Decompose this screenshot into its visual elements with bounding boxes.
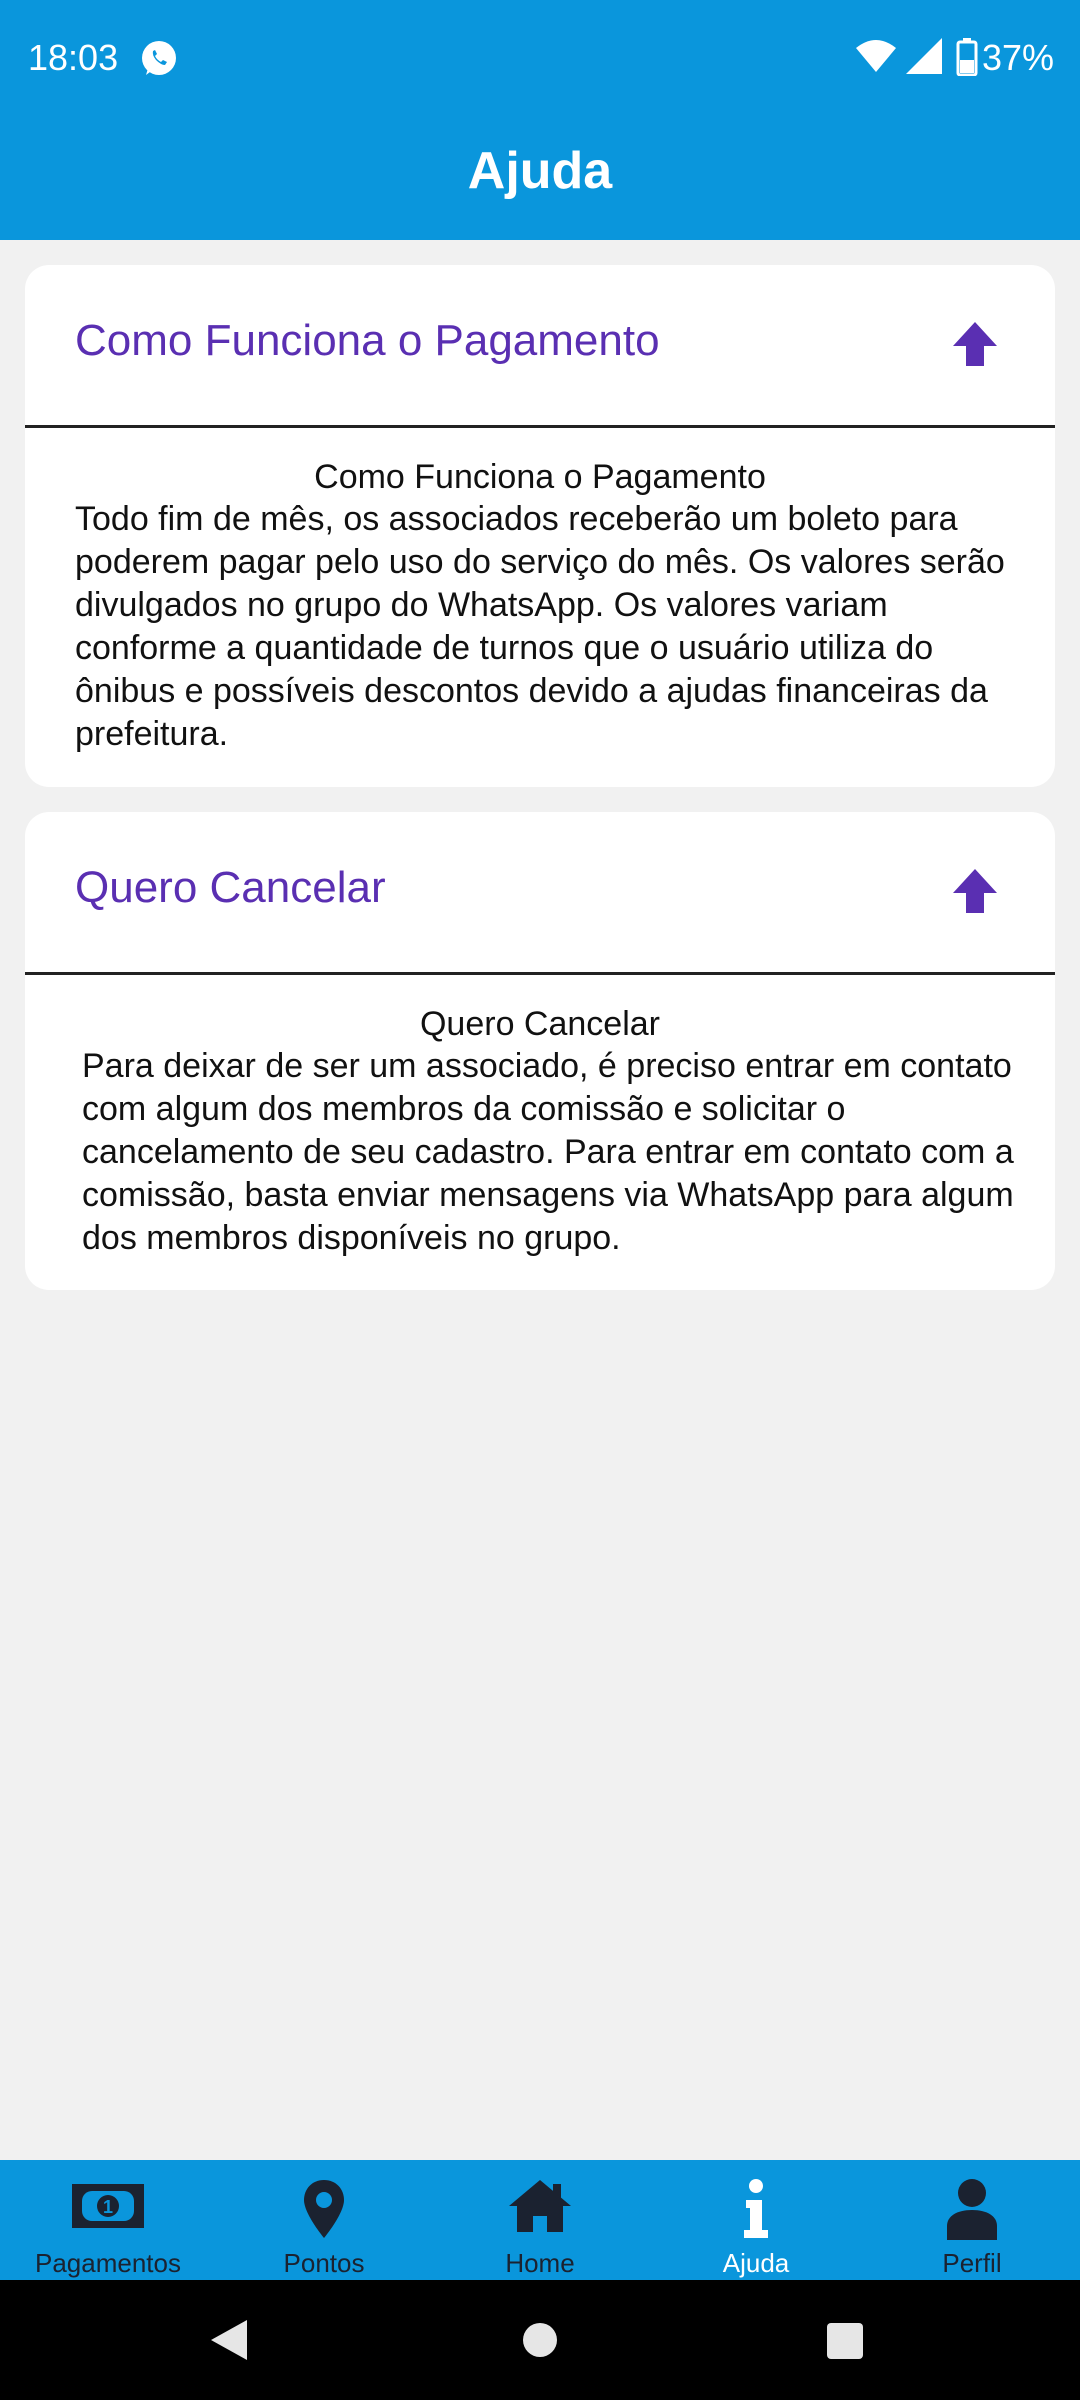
- nav-item-ajuda[interactable]: Ajuda: [648, 2160, 864, 2280]
- app-bar: Ajuda: [0, 115, 1080, 240]
- system-nav-bar: [0, 2280, 1080, 2400]
- faq-header-payment[interactable]: Como Funciona o Pagamento: [25, 265, 1055, 428]
- faq-title: Quero Cancelar: [75, 863, 386, 912]
- faq-header-cancel[interactable]: Quero Cancelar: [25, 812, 1055, 975]
- bottom-nav: 1 Pagamentos Pontos Home Ajuda Perfil: [0, 2160, 1080, 2280]
- wifi-icon: [856, 40, 896, 72]
- user-icon: [947, 2179, 997, 2240]
- nav-label: Pontos: [283, 2248, 365, 2278]
- faq-body-title: Como Funciona o Pagamento: [314, 458, 766, 496]
- faq-body-title: Quero Cancelar: [419, 1005, 660, 1043]
- home-circle-icon[interactable]: [522, 2322, 558, 2358]
- back-icon[interactable]: [209, 2318, 249, 2362]
- info-icon: [744, 2179, 768, 2238]
- nav-label: Ajuda: [722, 2248, 790, 2278]
- recents-icon[interactable]: [826, 2322, 864, 2360]
- money-icon: 1: [72, 2184, 144, 2228]
- status-time: 18:03: [28, 37, 119, 78]
- faq-body-text: Para deixar de ser um associado, é preci…: [82, 1047, 1014, 1257]
- nav-label: Perfil: [942, 2248, 1002, 2278]
- nav-label: Pagamentos: [35, 2248, 181, 2278]
- nav-item-pagamentos[interactable]: 1 Pagamentos: [0, 2160, 216, 2280]
- faq-card-payment: Como Funciona o Pagamento Como Funciona …: [25, 265, 1055, 787]
- whatsapp-icon: [142, 41, 176, 75]
- signal-icon: [906, 38, 942, 74]
- nav-label: Home: [505, 2248, 575, 2278]
- arrow-up-icon[interactable]: [950, 867, 1000, 917]
- faq-title: Como Funciona o Pagamento: [75, 316, 660, 365]
- faq-body-text: Todo fim de mês, os associados receberão…: [75, 500, 1005, 753]
- battery-percent: 37%: [982, 37, 1055, 78]
- map-pin-icon: [304, 2180, 344, 2238]
- battery-icon: [956, 38, 978, 76]
- home-icon: [509, 2180, 571, 2232]
- arrow-up-icon[interactable]: [950, 320, 1000, 370]
- nav-item-home[interactable]: Home: [432, 2160, 648, 2280]
- faq-card-cancel: Quero Cancelar Quero Cancelar Para deixa…: [25, 812, 1055, 1290]
- nav-item-pontos[interactable]: Pontos: [216, 2160, 432, 2280]
- svg-text:1: 1: [103, 2197, 113, 2217]
- status-bar: 18:03 37%: [0, 0, 1080, 115]
- page-title: Ajuda: [467, 142, 613, 200]
- nav-item-perfil[interactable]: Perfil: [864, 2160, 1080, 2280]
